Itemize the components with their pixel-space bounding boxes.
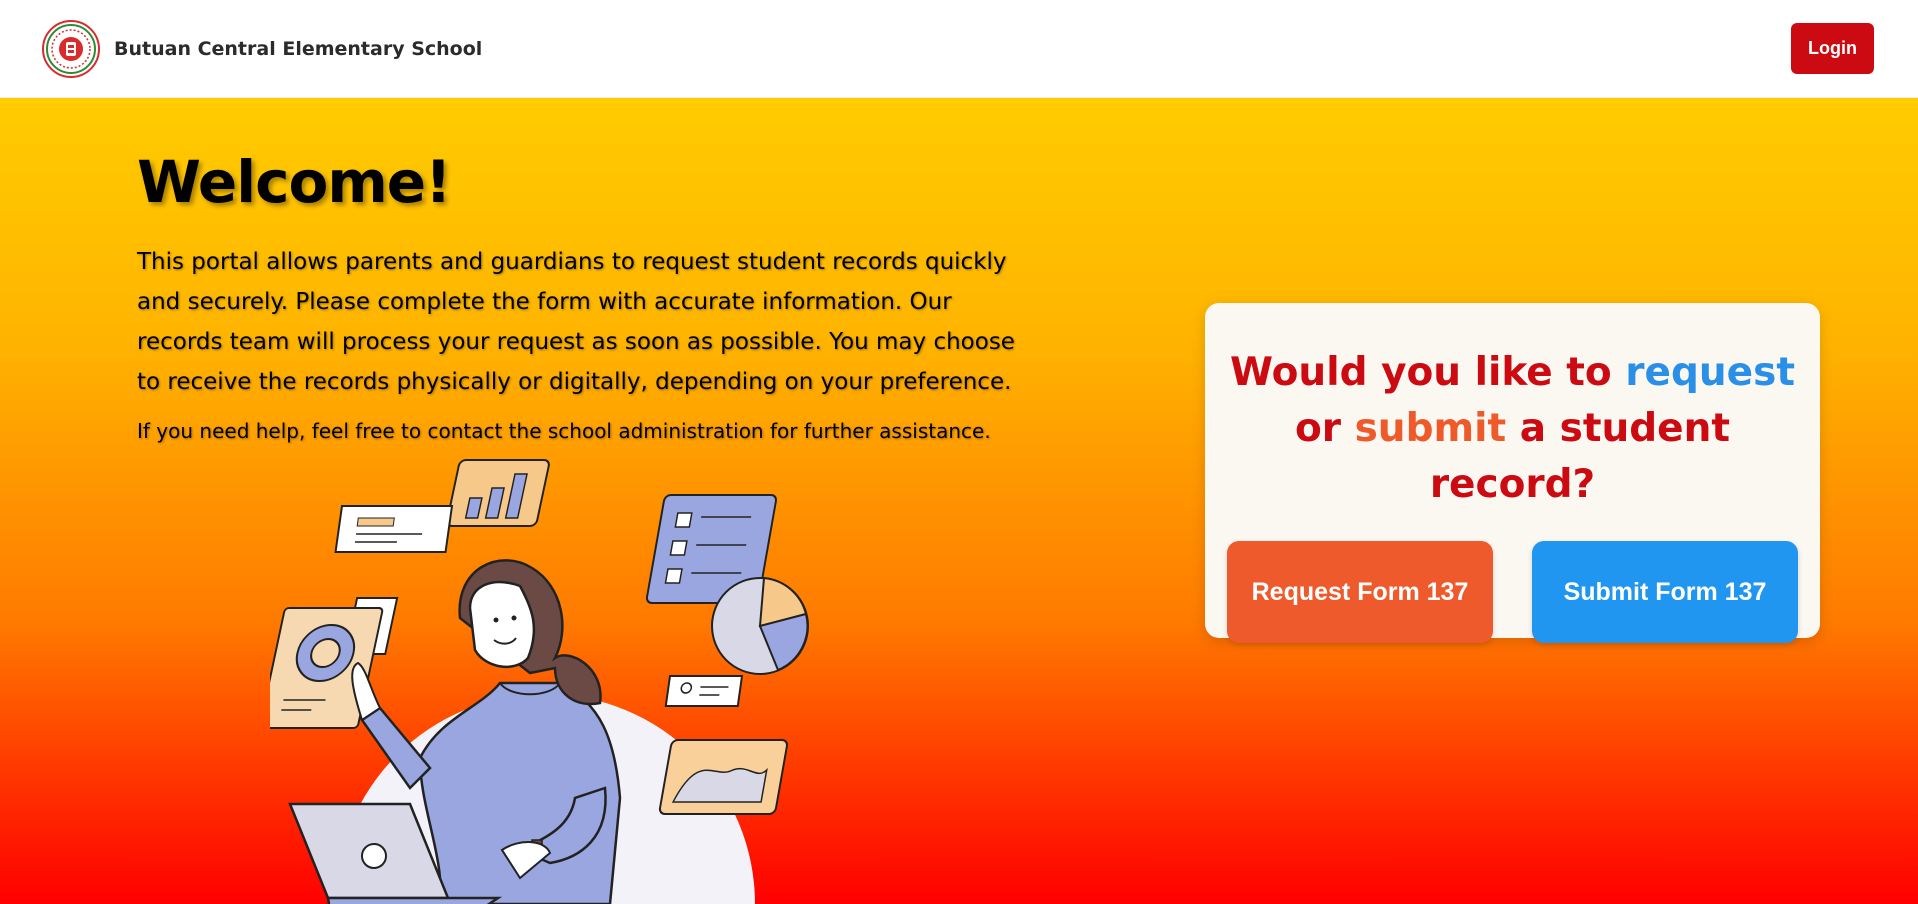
area-chart-card xyxy=(658,739,789,815)
school-logo-icon xyxy=(42,19,100,78)
woman-with-laptop-illustration xyxy=(270,459,809,904)
question-submit-word: submit xyxy=(1354,406,1507,451)
intro-block: Welcome! This portal allows parents and … xyxy=(137,148,1017,446)
page-title: Welcome! xyxy=(137,148,452,216)
intro-paragraph: This portal allows parents and guardians… xyxy=(137,249,1015,395)
request-form-button[interactable]: Request Form 137 xyxy=(1227,541,1493,643)
action-card: Would you like to request or submit a st… xyxy=(1205,303,1820,643)
submit-form-button[interactable]: Submit Form 137 xyxy=(1532,541,1798,643)
text-card xyxy=(334,505,454,553)
school-name: Butuan Central Elementary School xyxy=(114,37,483,60)
action-buttons: Request Form 137 Submit Form 137 xyxy=(1227,541,1798,643)
card-question: Would you like to request or submit a st… xyxy=(1227,345,1798,513)
question-part2: or xyxy=(1294,406,1355,451)
question-part1: Would you like to xyxy=(1230,350,1626,395)
login-button[interactable]: Login xyxy=(1791,23,1874,74)
question-request-word: request xyxy=(1625,350,1795,395)
bar-chart-card xyxy=(446,459,550,527)
help-text: If you need help, feel free to contact t… xyxy=(137,419,991,443)
top-navbar: Butuan Central Elementary School Login xyxy=(0,0,1918,98)
pie-chart-icon xyxy=(711,576,809,675)
brand[interactable]: Butuan Central Elementary School xyxy=(42,19,483,78)
hero-section: Welcome! This portal allows parents and … xyxy=(0,98,1918,904)
profile-card xyxy=(664,675,744,707)
